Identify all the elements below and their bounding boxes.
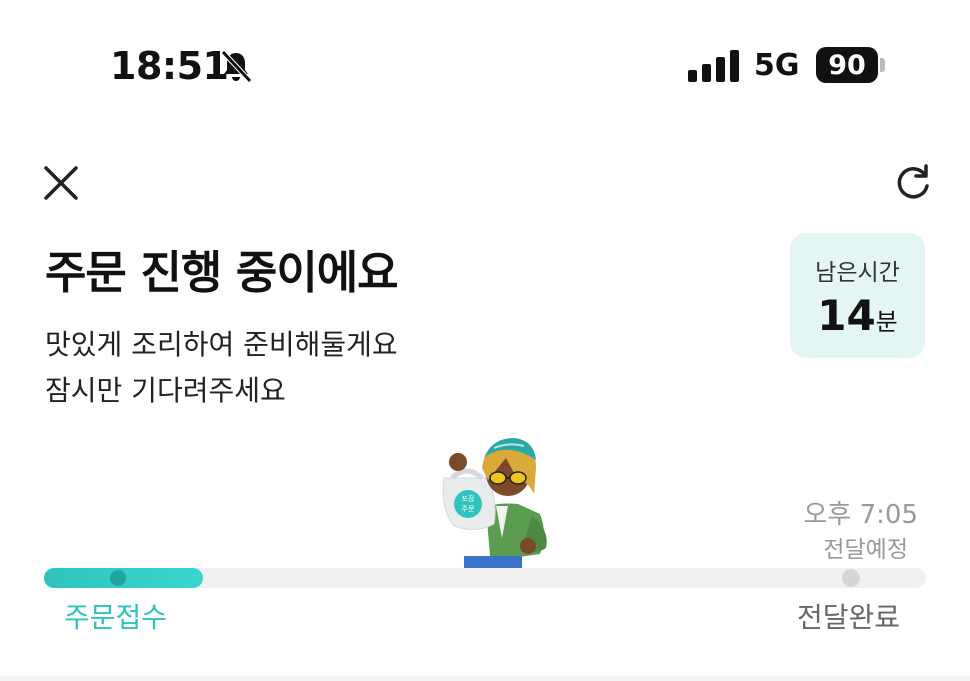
order-progress-bar	[44, 568, 926, 588]
bottom-divider	[0, 676, 970, 681]
step-label-received: 주문접수	[64, 601, 168, 634]
battery-indicator: 90	[816, 47, 878, 83]
close-icon[interactable]	[40, 162, 82, 204]
step-dot-received	[110, 570, 126, 586]
remaining-time-card: 남은시간 14분	[790, 233, 925, 358]
subtitle-line: 맛있게 조리하여 준비해둘게요	[45, 328, 398, 361]
signal-icon	[688, 50, 739, 82]
step-dot-delivered	[842, 569, 860, 587]
page-title: 주문 진행 중이에요	[45, 246, 399, 299]
bell-muted-icon	[221, 50, 252, 83]
step-label-delivered: 전달완료	[797, 601, 901, 634]
refresh-icon[interactable]	[892, 162, 934, 204]
eta-time: 오후 7:05	[803, 500, 919, 530]
subtitle-line: 잠시만 기다려주세요	[45, 374, 286, 407]
courier-character-illustration: 포장 주문	[442, 438, 547, 570]
remaining-time-label: 남은시간	[815, 260, 900, 286]
eta-label: 전달예정	[823, 537, 908, 563]
battery-level: 90	[828, 49, 866, 81]
bag-text: 포장	[462, 494, 475, 503]
order-subtitle: 맛있게 조리하여 준비해둘게요 잠시만 기다려주세요	[45, 322, 398, 414]
remaining-minutes: 14	[817, 291, 876, 340]
remaining-unit: 분	[875, 308, 898, 336]
status-time: 18:51	[110, 44, 229, 88]
remaining-time-value: 14분	[790, 291, 925, 340]
battery-tip	[880, 58, 885, 72]
bag-text: 주문	[462, 505, 475, 513]
network-label: 5G	[754, 48, 800, 83]
